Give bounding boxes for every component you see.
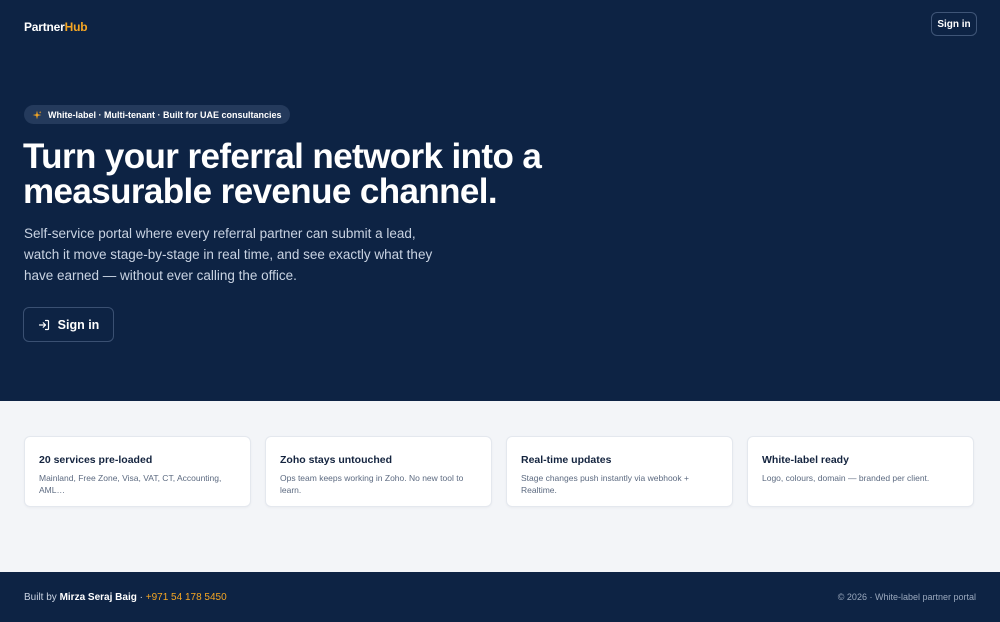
brand-logo[interactable]: PartnerHub (24, 20, 88, 34)
feature-card-title: White-label ready (762, 454, 849, 466)
feature-card-desc: Ops team keeps working in Zoho. No new t… (280, 473, 464, 495)
brand-name-main: Partner (24, 20, 65, 34)
feature-card-realtime: Real-time updates Stage changes push ins… (506, 436, 733, 507)
feature-card-title: Real-time updates (521, 454, 612, 466)
hero-sign-in-label: Sign in (57, 317, 100, 332)
footer-credits: Built by Mirza Seraj Baig · +971 54 178 … (24, 592, 227, 603)
brand-name-accent: Hub (64, 20, 88, 34)
features-row: 20 services pre-loaded Mainland, Free Zo… (24, 436, 976, 507)
footer-phone-link[interactable]: +971 54 178 5450 (146, 592, 227, 603)
hero-subtitle: Self-service portal where every referral… (24, 226, 433, 283)
feature-pill: White-label · Multi-tenant · Built for U… (24, 105, 290, 124)
feature-card-desc: Logo, colours, domain — branded per clie… (762, 473, 930, 483)
sign-in-icon (38, 319, 49, 330)
hero-section: PartnerHub Sign in White-label · Multi-t… (0, 0, 1000, 401)
sparkles-icon (32, 110, 42, 119)
feature-card-zoho: Zoho stays untouched Ops team keeps work… (265, 436, 492, 507)
hero-headline: Turn your referral network into a measur… (23, 137, 542, 211)
top-bar: PartnerHub (24, 18, 976, 36)
feature-card-title: Zoho stays untouched (280, 454, 393, 466)
feature-card-services: 20 services pre-loaded Mainland, Free Zo… (24, 436, 251, 507)
footer: Built by Mirza Seraj Baig · +971 54 178 … (0, 572, 1000, 622)
header-sign-in-button[interactable]: Sign in (931, 12, 977, 36)
feature-card-white-label: White-label ready Logo, colours, domain … (747, 436, 974, 507)
footer-copyright: © 2026 · White-label partner portal (837, 592, 976, 602)
hero-sign-in-button[interactable]: Sign in (23, 307, 114, 342)
feature-card-desc: Stage changes push instantly via webhook… (521, 473, 689, 495)
footer-separator: · (139, 591, 143, 603)
footer-built-by: Built by (24, 591, 57, 603)
footer-author: Mirza Seraj Baig (59, 591, 137, 603)
feature-card-desc: Mainland, Free Zone, Visa, VAT, CT, Acco… (39, 473, 222, 495)
pill-text: White-label · Multi-tenant · Built for U… (48, 109, 282, 120)
feature-card-title: 20 services pre-loaded (39, 454, 153, 466)
